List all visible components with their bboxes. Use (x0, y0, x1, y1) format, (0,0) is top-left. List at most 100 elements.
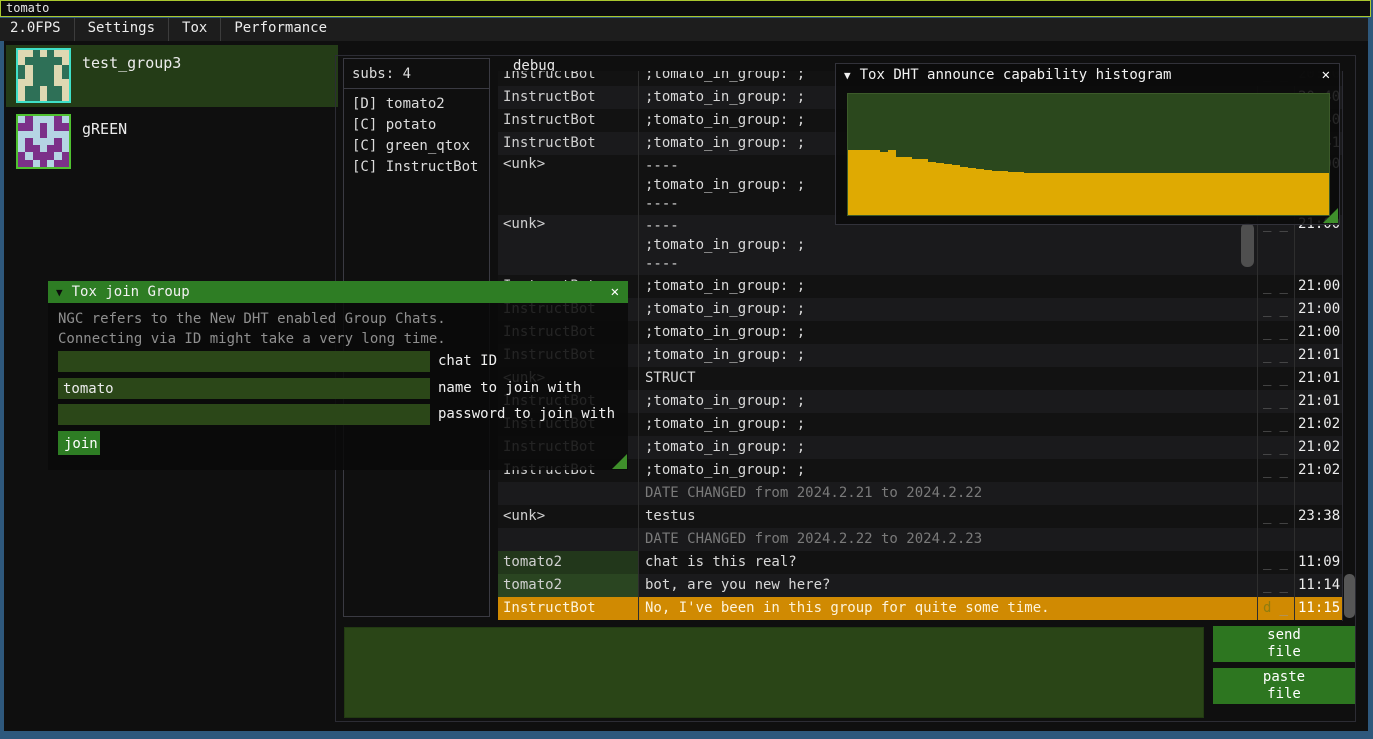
chat-row[interactable]: tomato2chat is this real?__11:09 (498, 551, 1343, 574)
histogram-bin (1072, 173, 1080, 215)
chat-id-label: chat ID (438, 353, 497, 369)
histogram-bin (1040, 173, 1048, 215)
message-text: ;tomato_in_group: ; (638, 275, 1257, 298)
sender-name: tomato2 (498, 551, 638, 574)
histogram-bin (992, 171, 1000, 215)
receipt-marks: __ (1257, 551, 1294, 574)
histogram-bin (1113, 173, 1121, 215)
timestamp: 11:14 (1294, 574, 1343, 597)
chat-scrollbar-thumb[interactable] (1241, 223, 1254, 267)
sidebar-item-test-group3[interactable]: test_group3 (6, 45, 338, 107)
histogram-bin (1032, 173, 1040, 215)
chat-row[interactable]: tomato2bot, are you new here?__11:14 (498, 574, 1343, 597)
histogram-bin (880, 152, 888, 215)
resize-grip-icon[interactable] (612, 454, 627, 469)
message-text: ;tomato_in_group: ; (638, 344, 1257, 367)
histogram-bin (1080, 173, 1088, 215)
histogram-bin (1048, 173, 1056, 215)
app-window: tomato 2.0FPS Settings Tox Performance t… (0, 0, 1373, 739)
timestamp (1294, 482, 1343, 505)
send-file-button[interactable]: send file (1213, 626, 1355, 662)
collapse-icon[interactable]: ▼ (56, 286, 63, 299)
chat-row[interactable]: DATE CHANGED from 2024.2.21 to 2024.2.22 (498, 482, 1343, 505)
timestamp: 11:15 (1294, 597, 1343, 620)
histogram-bin (944, 164, 952, 215)
histogram-bin (1289, 173, 1297, 215)
histogram-bin (1129, 173, 1137, 215)
menu-item-settings[interactable]: Settings (75, 18, 168, 41)
collapse-icon[interactable]: ▼ (844, 69, 851, 82)
chat-row[interactable]: InstructBotNo, I've been in this group f… (498, 597, 1343, 620)
timestamp: 21:01 (1294, 390, 1343, 413)
histogram-bin (960, 167, 968, 215)
join-window-title: Tox join Group (72, 284, 190, 300)
group-name-label: gREEN (82, 120, 127, 138)
message-input[interactable] (344, 627, 1204, 718)
histogram-bin (1153, 173, 1161, 215)
menu-item-performance[interactable]: Performance (221, 18, 340, 41)
receipt-marks: __ (1257, 436, 1294, 459)
histogram-bin (1008, 172, 1016, 215)
sender-name: tomato2 (498, 574, 638, 597)
timestamp: 21:02 (1294, 413, 1343, 436)
join-name-label: name to join with (438, 380, 581, 396)
histogram-bin (912, 159, 920, 215)
join-password-field[interactable] (58, 404, 430, 425)
histogram-plot (848, 94, 1329, 215)
receipt-marks: __ (1257, 505, 1294, 528)
receipt-marks: __ (1257, 344, 1294, 367)
scrollbar-track[interactable] (1342, 71, 1357, 621)
histogram-bin (864, 150, 872, 215)
histogram-bin (936, 163, 944, 215)
join-title-bar[interactable]: ▼ Tox join Group ✕ (48, 281, 628, 303)
histogram-bin (968, 168, 976, 215)
chat-row[interactable]: DATE CHANGED from 2024.2.22 to 2024.2.23 (498, 528, 1343, 551)
message-text: testus (638, 505, 1257, 528)
group-avatar-1 (16, 48, 71, 103)
sidebar-item-green[interactable]: gREEN (6, 111, 338, 173)
histogram-bin (1305, 173, 1313, 215)
join-window-body: NGC refers to the New DHT enabled Group … (48, 303, 628, 470)
join-button[interactable]: join (58, 431, 100, 455)
close-icon[interactable]: ✕ (1322, 67, 1339, 83)
histogram-bin (1064, 173, 1072, 215)
histogram-bin (1105, 173, 1113, 215)
join-name-field[interactable] (58, 378, 430, 399)
window-title-bar[interactable]: tomato (0, 0, 1371, 17)
message-text: No, I've been in this group for quite so… (638, 597, 1257, 620)
histogram-bin (920, 159, 928, 215)
message-text: ;tomato_in_group: ; (638, 436, 1257, 459)
histogram-bin (1169, 173, 1177, 215)
receipt-marks: __ (1257, 298, 1294, 321)
menu-bar: 2.0FPS Settings Tox Performance (0, 18, 1368, 41)
message-text: DATE CHANGED from 2024.2.22 to 2024.2.23 (638, 528, 1257, 551)
histogram-bin (904, 157, 912, 215)
timestamp: 21:00 (1294, 275, 1343, 298)
histogram-bin (1281, 173, 1289, 215)
histogram-title-bar[interactable]: ▼ Tox DHT announce capability histogram … (836, 64, 1339, 86)
join-description-line2: Connecting via ID might take a very long… (58, 331, 446, 347)
resize-grip-icon[interactable] (1323, 208, 1338, 223)
histogram-bin (1249, 173, 1257, 215)
histogram-bin (1297, 173, 1305, 215)
histogram-bin (1145, 173, 1153, 215)
close-icon[interactable]: ✕ (611, 284, 628, 300)
histogram-bin (1161, 173, 1169, 215)
histogram-bin (1016, 172, 1024, 215)
dht-histogram-window: ▼ Tox DHT announce capability histogram … (835, 63, 1340, 225)
sender-name: InstructBot (498, 86, 638, 109)
chat-row[interactable]: <unk>testus__23:38 (498, 505, 1343, 528)
timestamp: 21:01 (1294, 344, 1343, 367)
histogram-bin (952, 165, 960, 215)
histogram-bin (1137, 173, 1145, 215)
message-text: ;tomato_in_group: ; (638, 459, 1257, 482)
chat-id-field[interactable] (58, 351, 430, 372)
menu-item-tox[interactable]: Tox (169, 18, 220, 41)
message-text: ;tomato_in_group: ; (638, 390, 1257, 413)
paste-file-button[interactable]: paste file (1213, 668, 1355, 704)
receipt-marks: __ (1257, 459, 1294, 482)
scrollbar-thumb[interactable] (1344, 574, 1355, 618)
message-text: chat is this real? (638, 551, 1257, 574)
receipt-marks: __ (1257, 390, 1294, 413)
histogram-bin (1024, 173, 1032, 215)
